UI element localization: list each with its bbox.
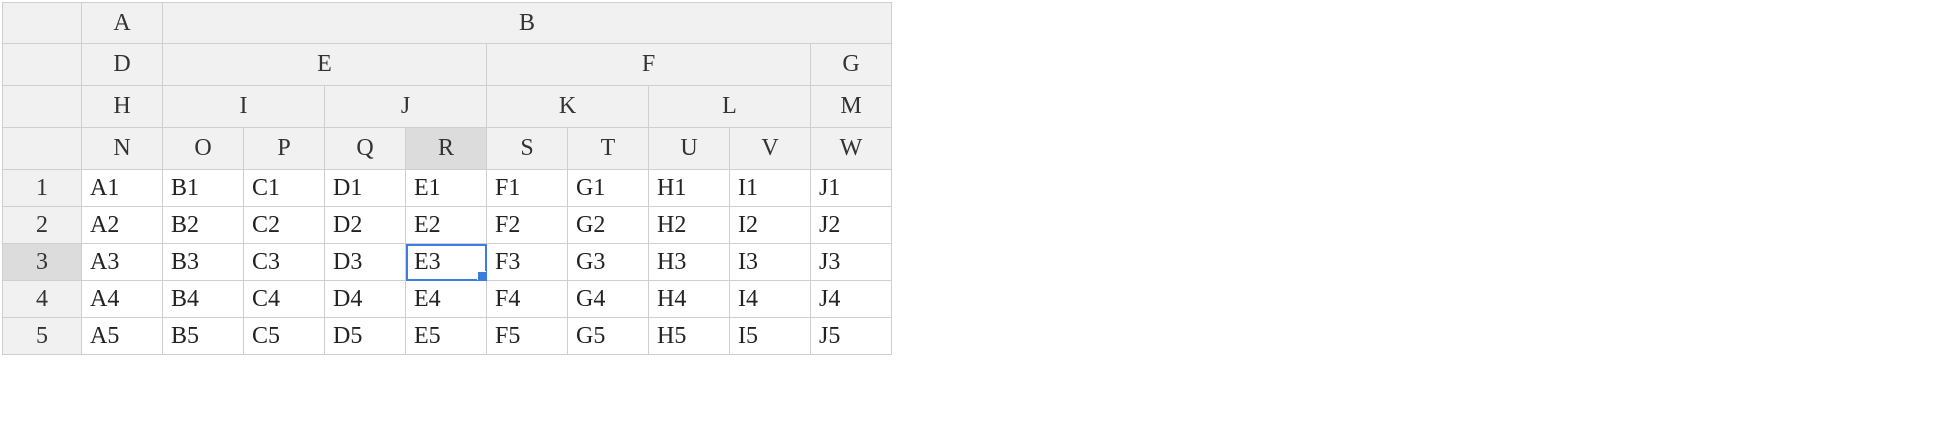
table-cell[interactable]: F3: [487, 244, 568, 281]
table-cell[interactable]: G5: [568, 318, 649, 355]
active-cell-value: E3: [414, 248, 441, 275]
column-header-m[interactable]: M: [811, 86, 892, 128]
table-cell[interactable]: G1: [568, 170, 649, 207]
table-cell[interactable]: I5: [730, 318, 811, 355]
table-cell[interactable]: E5: [406, 318, 487, 355]
table-cell[interactable]: F2: [487, 207, 568, 244]
column-header-l[interactable]: L: [649, 86, 811, 128]
table-cell[interactable]: G2: [568, 207, 649, 244]
table-cell[interactable]: B1: [163, 170, 244, 207]
table-cell[interactable]: F1: [487, 170, 568, 207]
table-cell[interactable]: J4: [811, 281, 892, 318]
table-cell[interactable]: A4: [82, 281, 163, 318]
table-cell[interactable]: D4: [325, 281, 406, 318]
column-header-r[interactable]: R: [406, 128, 487, 170]
column-header-u[interactable]: U: [649, 128, 730, 170]
row-header-5[interactable]: 5: [2, 318, 82, 355]
table-cell[interactable]: J5: [811, 318, 892, 355]
column-header-t[interactable]: T: [568, 128, 649, 170]
column-header-i[interactable]: I: [163, 86, 325, 128]
spreadsheet-grid: A B D E F G H I J K L M N O P Q R S T U V W 1 A1 B1 C1 D1 E1 F1 G1 H1 I…: [2, 2, 892, 355]
table-cell[interactable]: B3: [163, 244, 244, 281]
column-header-d[interactable]: D: [82, 44, 163, 86]
table-cell[interactable]: B5: [163, 318, 244, 355]
column-header-p[interactable]: P: [244, 128, 325, 170]
table-cell[interactable]: C4: [244, 281, 325, 318]
column-header-h[interactable]: H: [82, 86, 163, 128]
column-header-b[interactable]: B: [163, 2, 892, 44]
row-header-4[interactable]: 4: [2, 281, 82, 318]
row-header-1[interactable]: 1: [2, 170, 82, 207]
table-cell[interactable]: I4: [730, 281, 811, 318]
table-cell[interactable]: F5: [487, 318, 568, 355]
table-cell[interactable]: C5: [244, 318, 325, 355]
table-cell[interactable]: H4: [649, 281, 730, 318]
table-cell[interactable]: C3: [244, 244, 325, 281]
table-cell[interactable]: D2: [325, 207, 406, 244]
table-cell[interactable]: G4: [568, 281, 649, 318]
table-cell[interactable]: A5: [82, 318, 163, 355]
column-header-v[interactable]: V: [730, 128, 811, 170]
table-cell[interactable]: G3: [568, 244, 649, 281]
table-cell[interactable]: E1: [406, 170, 487, 207]
table-cell[interactable]: D5: [325, 318, 406, 355]
table-cell[interactable]: J1: [811, 170, 892, 207]
row-header-2[interactable]: 2: [2, 207, 82, 244]
column-header-q[interactable]: Q: [325, 128, 406, 170]
table-cell[interactable]: H3: [649, 244, 730, 281]
table-cell[interactable]: H1: [649, 170, 730, 207]
column-header-e[interactable]: E: [163, 44, 487, 86]
corner-cell: [2, 86, 82, 128]
row-header-3[interactable]: 3: [2, 244, 82, 281]
column-header-j[interactable]: J: [325, 86, 487, 128]
table-cell[interactable]: E2: [406, 207, 487, 244]
fill-handle[interactable]: [477, 271, 486, 280]
column-header-k[interactable]: K: [487, 86, 649, 128]
corner-cell: [2, 44, 82, 86]
table-cell[interactable]: H5: [649, 318, 730, 355]
table-cell[interactable]: H2: [649, 207, 730, 244]
column-header-s[interactable]: S: [487, 128, 568, 170]
column-header-g[interactable]: G: [811, 44, 892, 86]
column-header-a[interactable]: A: [82, 2, 163, 44]
table-cell[interactable]: I1: [730, 170, 811, 207]
table-cell[interactable]: J3: [811, 244, 892, 281]
table-cell[interactable]: I3: [730, 244, 811, 281]
table-cell[interactable]: A1: [82, 170, 163, 207]
table-cell[interactable]: B4: [163, 281, 244, 318]
table-cell[interactable]: C2: [244, 207, 325, 244]
table-cell[interactable]: B2: [163, 207, 244, 244]
column-header-o[interactable]: O: [163, 128, 244, 170]
column-header-n[interactable]: N: [82, 128, 163, 170]
table-cell[interactable]: E4: [406, 281, 487, 318]
corner-cell: [2, 2, 82, 44]
table-cell[interactable]: J2: [811, 207, 892, 244]
corner-cell: [2, 128, 82, 170]
table-cell[interactable]: A3: [82, 244, 163, 281]
table-cell[interactable]: D3: [325, 244, 406, 281]
table-cell[interactable]: I2: [730, 207, 811, 244]
active-cell[interactable]: E3: [406, 244, 487, 281]
table-cell[interactable]: A2: [82, 207, 163, 244]
table-cell[interactable]: C1: [244, 170, 325, 207]
column-header-w[interactable]: W: [811, 128, 892, 170]
table-cell[interactable]: F4: [487, 281, 568, 318]
table-cell[interactable]: D1: [325, 170, 406, 207]
column-header-f[interactable]: F: [487, 44, 811, 86]
